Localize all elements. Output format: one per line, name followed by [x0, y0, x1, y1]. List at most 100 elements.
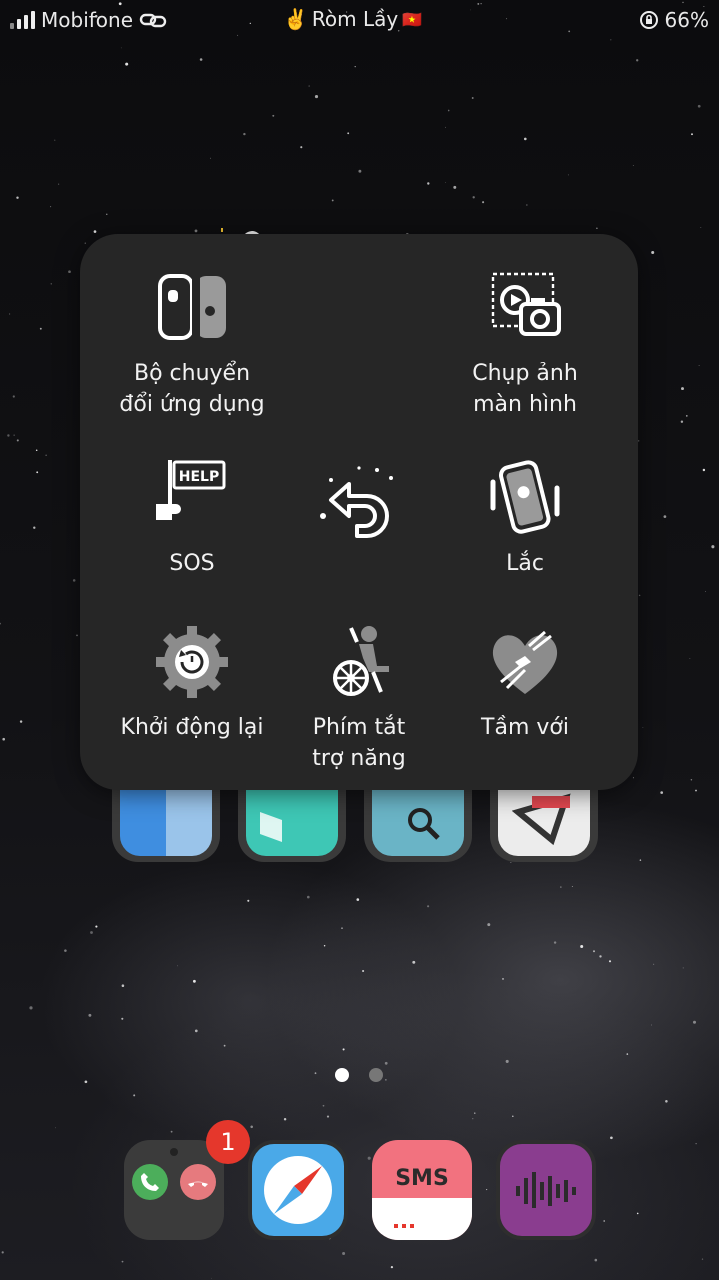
star	[300, 146, 303, 149]
star	[596, 227, 598, 230]
star	[608, 960, 612, 963]
menu-label: SOS	[169, 551, 215, 576]
star	[283, 1117, 287, 1121]
app-icon-box[interactable]	[238, 786, 346, 862]
star	[84, 242, 87, 244]
sms-app-icon[interactable]: SMS	[372, 1140, 472, 1240]
status-bar: Mobifone ✌️ Ròm Lầy 🇻🇳 66%	[0, 0, 719, 42]
menu-item-screenshot[interactable]: Chụp ảnh màn hình	[432, 268, 618, 420]
menu-item-restart[interactable]: Khởi động lại	[99, 622, 285, 743]
star	[133, 1094, 136, 1097]
star	[580, 945, 584, 948]
star	[192, 979, 196, 983]
menu-label: màn hình	[473, 392, 577, 417]
orientation-lock-icon	[639, 11, 658, 29]
star	[593, 950, 595, 953]
star	[177, 965, 178, 967]
star	[194, 1029, 198, 1033]
menu-item-back[interactable]	[266, 464, 452, 544]
star	[50, 206, 52, 208]
star	[16, 439, 19, 442]
star	[356, 898, 360, 901]
star	[342, 1048, 345, 1051]
star	[594, 1258, 598, 1262]
star	[685, 415, 688, 417]
star	[347, 132, 350, 135]
star	[331, 199, 334, 202]
phone-app-icon[interactable]	[124, 1140, 224, 1240]
menu-item-app-switcher[interactable]: Bộ chuyển đổi ứng dụng	[99, 268, 285, 420]
menu-label: Khởi động lại	[120, 715, 264, 740]
vietnam-flag-icon: 🇻🇳	[402, 9, 423, 29]
menu-label: Lắc	[506, 551, 544, 576]
menu-label: trợ năng	[312, 746, 406, 771]
star	[106, 213, 108, 215]
star	[390, 1265, 394, 1269]
restart-gear-icon	[156, 626, 228, 698]
star	[427, 182, 430, 185]
star	[39, 327, 42, 330]
star	[2, 737, 5, 741]
star	[194, 229, 198, 233]
star	[526, 204, 528, 206]
star	[705, 590, 706, 592]
menu-item-reachability[interactable]: Tầm với	[432, 622, 618, 743]
star	[682, 967, 684, 969]
star	[64, 949, 67, 952]
star	[690, 779, 693, 781]
star	[698, 365, 700, 366]
signal-icon	[10, 11, 35, 29]
star	[1, 1251, 4, 1254]
star	[653, 963, 655, 965]
star	[474, 1112, 476, 1114]
star	[553, 941, 557, 944]
star	[199, 58, 203, 61]
star	[223, 1044, 226, 1047]
star	[695, 1143, 697, 1145]
star	[367, 1156, 371, 1160]
menu-item-shake[interactable]: Lắc	[432, 458, 618, 579]
star	[243, 132, 246, 136]
star	[50, 283, 52, 285]
star	[692, 1020, 697, 1024]
star	[472, 196, 475, 199]
reachability-heart-icon	[492, 630, 558, 694]
star	[247, 899, 250, 902]
battery-percent: 66%	[664, 8, 709, 32]
star	[322, 1104, 325, 1107]
star	[603, 1220, 606, 1222]
page-dot	[369, 1068, 383, 1082]
app-icon-tasks[interactable]	[490, 786, 598, 862]
carrier-name: Mobifone	[41, 8, 134, 32]
star	[638, 440, 640, 442]
star	[560, 886, 562, 888]
menu-item-sos[interactable]: HELP SOS	[99, 458, 285, 579]
star	[636, 1212, 639, 1215]
safari-app-icon[interactable]	[248, 1140, 348, 1240]
star	[632, 164, 634, 166]
star	[445, 182, 446, 183]
voice-memo-app-icon[interactable]	[496, 1140, 596, 1240]
menu-item-accessibility-shortcut[interactable]: Phím tắt trợ năng	[266, 622, 452, 774]
star	[660, 791, 664, 794]
app-icon-search[interactable]	[364, 786, 472, 862]
star	[523, 137, 527, 141]
star	[632, 777, 634, 779]
app-icon-finder[interactable]	[112, 786, 220, 862]
star	[358, 169, 362, 173]
star	[695, 789, 697, 792]
star	[54, 139, 56, 141]
star	[76, 634, 78, 637]
star	[323, 944, 326, 947]
star	[19, 720, 23, 723]
assistive-touch-menu: Bộ chuyển đổi ứng dụng Chụp ảnh màn hình H…	[80, 234, 638, 790]
star	[512, 1115, 514, 1118]
page-indicator[interactable]	[335, 1068, 383, 1082]
star	[505, 1059, 509, 1063]
star	[250, 1125, 253, 1129]
star	[210, 157, 212, 159]
star	[385, 1079, 387, 1081]
star	[88, 1013, 92, 1017]
star	[689, 658, 691, 659]
star	[95, 925, 98, 928]
